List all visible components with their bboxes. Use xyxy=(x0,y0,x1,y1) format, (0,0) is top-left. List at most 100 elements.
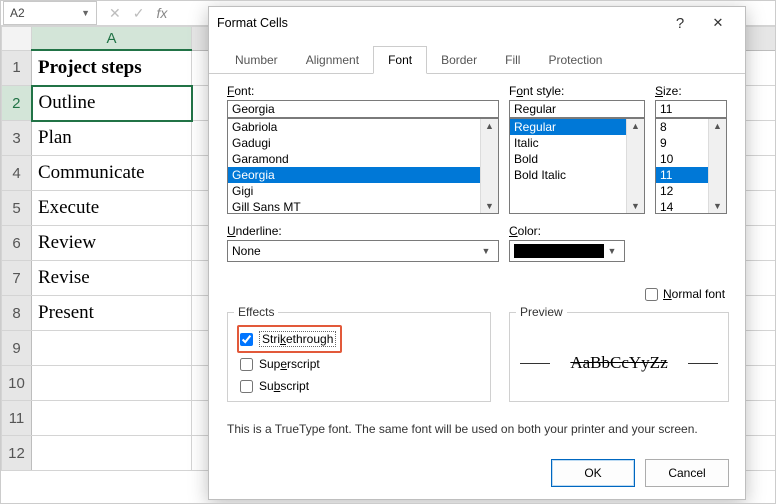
cell[interactable]: Revise xyxy=(32,261,192,296)
name-box-value: A2 xyxy=(10,6,25,20)
help-button[interactable]: ? xyxy=(661,9,699,37)
list-item[interactable]: Bold Italic xyxy=(510,167,627,183)
cell[interactable]: Project steps xyxy=(32,50,192,86)
underline-select[interactable]: None ▼ xyxy=(227,240,499,262)
chevron-up-icon[interactable]: ▲ xyxy=(485,119,494,133)
cell[interactable]: Communicate xyxy=(32,156,192,191)
row-header[interactable]: 1 xyxy=(2,50,32,86)
color-select[interactable]: ▼ xyxy=(509,240,625,262)
cell[interactable]: Execute xyxy=(32,191,192,226)
scrollbar[interactable]: ▲▼ xyxy=(708,119,726,213)
list-item-selected[interactable]: 11 xyxy=(656,167,709,183)
chevron-down-icon[interactable]: ▼ xyxy=(485,199,494,213)
row-header[interactable]: 3 xyxy=(2,121,32,156)
underline-label: Underline: xyxy=(227,224,499,238)
row-header[interactable]: 7 xyxy=(2,261,32,296)
color-swatch xyxy=(514,244,604,258)
list-item[interactable]: Gigi xyxy=(228,183,481,199)
subscript-checkbox-row[interactable]: Subscript xyxy=(240,375,478,397)
chevron-down-icon[interactable]: ▼ xyxy=(604,246,620,256)
underline-value: None xyxy=(232,244,261,258)
list-item[interactable]: 9 xyxy=(656,135,709,151)
tab-alignment[interactable]: Alignment xyxy=(292,47,373,73)
list-item[interactable]: Garamond xyxy=(228,151,481,167)
select-all-corner[interactable] xyxy=(2,27,32,51)
size-listbox[interactable]: 8 9 10 11 12 14 ▲▼ xyxy=(655,118,727,214)
subscript-label: Subscript xyxy=(259,379,309,393)
list-item[interactable]: 8 xyxy=(656,119,709,135)
confirm-entry-icon: ✓ xyxy=(133,5,145,22)
scrollbar[interactable]: ▲▼ xyxy=(480,119,498,213)
list-item[interactable]: 12 xyxy=(656,183,709,199)
list-item[interactable]: Bold xyxy=(510,151,627,167)
normal-font-input[interactable] xyxy=(645,288,658,301)
ok-button[interactable]: OK xyxy=(551,459,635,487)
chevron-down-icon[interactable]: ▼ xyxy=(478,246,494,256)
row-header[interactable]: 2 xyxy=(2,86,32,121)
scrollbar[interactable]: ▲▼ xyxy=(626,119,644,213)
cell-selected[interactable]: Outline xyxy=(32,86,192,121)
size-label: Size: xyxy=(655,84,727,98)
row-header[interactable]: 6 xyxy=(2,226,32,261)
font-input[interactable] xyxy=(227,100,499,118)
strikethrough-highlight: Strikethrough xyxy=(237,325,342,353)
column-header-A[interactable]: A xyxy=(32,27,192,51)
tab-font[interactable]: Font xyxy=(373,46,427,74)
preview-group: Preview AaBbCcYyZz xyxy=(509,312,729,402)
dialog-buttons: OK Cancel xyxy=(541,459,729,487)
superscript-checkbox-row[interactable]: Superscript xyxy=(240,353,478,375)
preview-legend: Preview xyxy=(516,305,567,319)
subscript-checkbox[interactable] xyxy=(240,380,253,393)
font-listbox[interactable]: Gabriola Gadugi Garamond Georgia Gigi Gi… xyxy=(227,118,499,214)
row-header[interactable]: 5 xyxy=(2,191,32,226)
tab-border[interactable]: Border xyxy=(427,47,491,73)
normal-font-checkbox[interactable]: Normal font xyxy=(645,287,725,301)
cell[interactable]: Plan xyxy=(32,121,192,156)
list-item-selected[interactable]: Georgia xyxy=(228,167,481,183)
font-style-listbox[interactable]: Regular Italic Bold Bold Italic ▲▼ xyxy=(509,118,645,214)
cell[interactable] xyxy=(32,331,192,366)
size-input[interactable] xyxy=(655,100,727,118)
row-header[interactable]: 9 xyxy=(2,331,32,366)
row-header[interactable]: 10 xyxy=(2,366,32,401)
effects-group: Effects Strikethrough Superscript Subscr… xyxy=(227,312,491,402)
fx-icon[interactable]: fx xyxy=(156,5,167,21)
list-item-selected[interactable]: Regular xyxy=(510,119,627,135)
row-header[interactable]: 8 xyxy=(2,296,32,331)
list-item[interactable]: Gabriola xyxy=(228,119,481,135)
row-header[interactable]: 11 xyxy=(2,401,32,436)
cancel-button[interactable]: Cancel xyxy=(645,459,729,487)
list-item[interactable]: Italic xyxy=(510,135,627,151)
name-box[interactable]: A2 ▼ xyxy=(3,1,97,25)
chevron-up-icon[interactable]: ▲ xyxy=(631,119,640,133)
chevron-down-icon[interactable]: ▼ xyxy=(631,199,640,213)
chevron-down-icon[interactable]: ▼ xyxy=(713,199,722,213)
row-header[interactable]: 4 xyxy=(2,156,32,191)
chevron-up-icon[interactable]: ▲ xyxy=(713,119,722,133)
cell[interactable]: Review xyxy=(32,226,192,261)
cell[interactable] xyxy=(32,366,192,401)
cell[interactable]: Present xyxy=(32,296,192,331)
list-item[interactable]: Gill Sans MT xyxy=(228,199,481,213)
tab-number[interactable]: Number xyxy=(221,47,292,73)
font-style-label: Font style: xyxy=(509,84,645,98)
close-button[interactable]: ✕ xyxy=(699,9,737,37)
dialog-titlebar[interactable]: Format Cells ? ✕ xyxy=(209,7,745,39)
superscript-checkbox[interactable] xyxy=(240,358,253,371)
formula-bar-controls: ✕ ✓ fx xyxy=(103,5,173,22)
list-item[interactable]: 10 xyxy=(656,151,709,167)
cell[interactable] xyxy=(32,401,192,436)
list-item[interactable]: 14 xyxy=(656,199,709,213)
strikethrough-label: Strikethrough xyxy=(259,331,336,347)
cell[interactable] xyxy=(32,436,192,471)
list-item[interactable]: Gadugi xyxy=(228,135,481,151)
tab-fill[interactable]: Fill xyxy=(491,47,534,73)
color-label: Color: xyxy=(509,224,645,238)
tab-protection[interactable]: Protection xyxy=(534,47,616,73)
font-style-input[interactable] xyxy=(509,100,645,118)
preview-area: AaBbCcYyZz xyxy=(520,335,718,391)
font-info-text: This is a TrueType font. The same font w… xyxy=(227,422,727,436)
row-header[interactable]: 12 xyxy=(2,436,32,471)
strikethrough-checkbox[interactable] xyxy=(240,333,253,346)
chevron-down-icon[interactable]: ▼ xyxy=(81,8,90,18)
